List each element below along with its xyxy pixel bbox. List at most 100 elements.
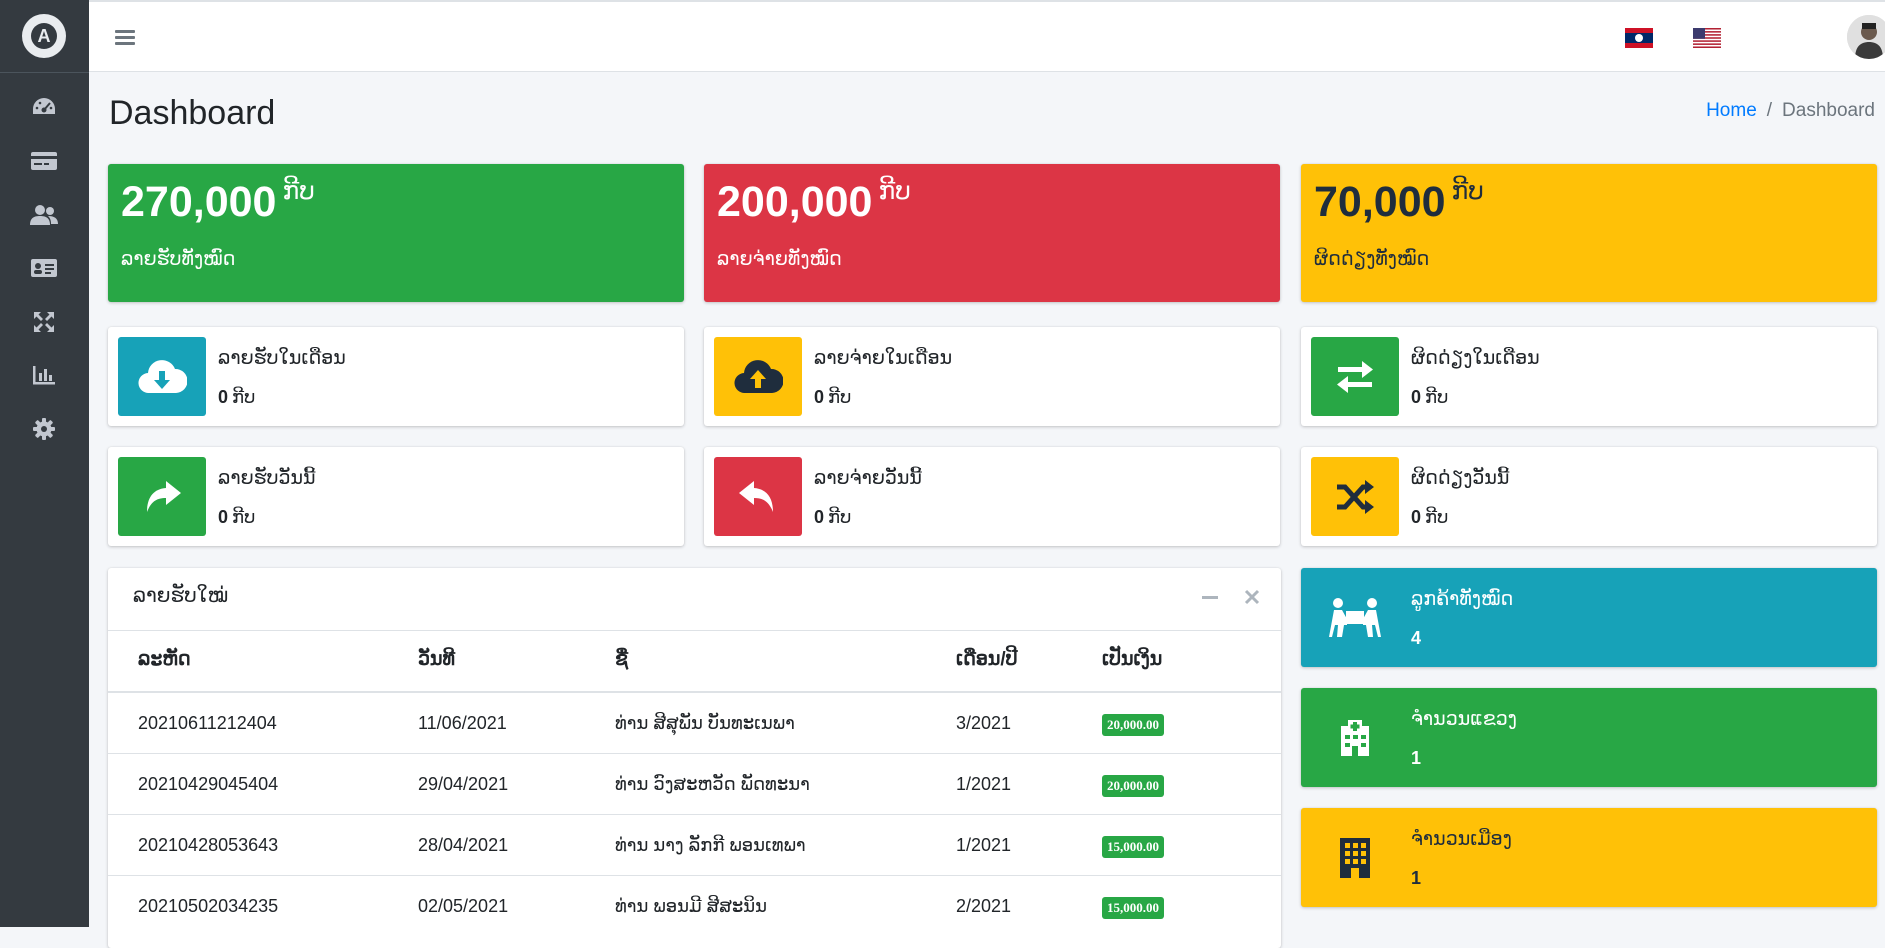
close-icon[interactable] — [1243, 588, 1261, 606]
exchange-icon — [1311, 337, 1399, 416]
total-income-box: 270,000 ກີບ ລາຍຮັບທັງໝົດ — [108, 164, 684, 302]
daily-balance-value: 0 — [1411, 507, 1422, 527]
monthly-income-value: 0 — [218, 387, 229, 407]
daily-balance-label: ຜິດດ່ຽງວັນນີ້ — [1411, 468, 1510, 489]
recent-income-card: ລາຍຮັບໃໝ່ ລະຫັດ ວັນທີ ຊື່ ເດືອນ/ປີ ເປັນເ… — [108, 568, 1281, 948]
lao-flag-icon[interactable] — [1625, 28, 1653, 48]
amount-badge: 20,000.00 — [1102, 775, 1164, 797]
us-flag-icon[interactable] — [1693, 28, 1721, 48]
share-icon — [118, 457, 206, 536]
district-count-box: ຈຳນວນເມືອງ 1 — [1301, 808, 1877, 907]
daily-income-value: 0 — [218, 507, 229, 527]
top-navbar: admin — [89, 0, 1885, 72]
amount-badge: 15,000.00 — [1102, 836, 1164, 858]
column-header-month: ເດືອນ/ປີ — [956, 649, 1018, 670]
currency-unit: ກີບ — [282, 177, 315, 205]
cloud-upload-icon — [714, 337, 802, 416]
card-divider — [108, 630, 1281, 631]
cell-date: 02/05/2021 — [418, 896, 509, 916]
breadcrumb-current: Dashboard — [1782, 100, 1875, 121]
cell-name: ທ່ານ ສີສຸພັນ ບັນທະເນພາ — [615, 713, 795, 733]
monthly-balance-box: ຜິດດ່ຽງໃນເດືອນ 0 ກີບ — [1301, 327, 1877, 426]
monthly-income-label: ລາຍຮັບໃນເດືອນ — [218, 348, 346, 369]
currency-unit: ກີບ — [1451, 177, 1484, 205]
cell-name: ທ່ານ ນາງ ລັກກີ ພອນເທພາ — [615, 835, 806, 855]
user-avatar[interactable] — [1847, 15, 1885, 59]
bar-chart-icon — [33, 366, 55, 385]
province-count-box: ຈຳນວນແຂວງ 1 — [1301, 688, 1877, 787]
nav-reports[interactable] — [24, 360, 64, 390]
reply-icon — [714, 457, 802, 536]
logo-letter: A — [37, 26, 51, 46]
daily-expense-label: ລາຍຈ່າຍວັນນີ້ — [814, 468, 922, 489]
monthly-expense-label: ລາຍຈ່າຍໃນເດືອນ — [814, 348, 953, 369]
total-income-label: ລາຍຮັບທັງໝົດ — [121, 249, 236, 270]
column-header-date: ວັນທີ — [418, 649, 455, 670]
people-carry-icon — [1311, 578, 1399, 657]
province-count-label: ຈຳນວນແຂວງ — [1411, 709, 1517, 730]
nav-settings[interactable] — [24, 414, 64, 444]
brand-logo[interactable]: A — [22, 14, 66, 58]
total-balance-label: ຜິດດ່ຽງທັງໝົດ — [1314, 249, 1430, 270]
column-header-name: ຊື່ — [615, 649, 628, 670]
cell-code: 20210429045404 — [138, 774, 279, 794]
random-icon — [1311, 457, 1399, 536]
sidebar: A — [0, 0, 89, 927]
cell-date: 28/04/2021 — [418, 835, 509, 855]
total-customers-box: ລູກຄ້າທັງໝົດ 4 — [1301, 568, 1877, 667]
nav-dashboard[interactable] — [24, 92, 64, 122]
total-expense-label: ລາຍຈ່າຍທັງໝົດ — [717, 249, 842, 270]
cell-name: ທ່ານ ວົງສະຫວັດ ພັດທະນາ — [615, 774, 810, 794]
breadcrumb-home-link[interactable]: Home — [1706, 100, 1757, 121]
nav-id-cards[interactable] — [24, 253, 64, 283]
total-income-amount: 270,000 — [121, 178, 277, 226]
nav-expand[interactable] — [24, 307, 64, 337]
column-header-code: ລະຫັດ — [138, 649, 191, 670]
district-count-label: ຈຳນວນເມືອງ — [1411, 829, 1512, 850]
nav-customers[interactable] — [24, 200, 64, 230]
daily-balance-box: ຜິດດ່ຽງວັນນີ້ 0 ກີບ — [1301, 447, 1877, 546]
card-title: ລາຍຮັບໃໝ່ — [133, 585, 229, 607]
amount-badge: 15,000.00 — [1102, 897, 1164, 919]
minimize-icon[interactable] — [1201, 588, 1219, 606]
total-customers-label: ລູກຄ້າທັງໝົດ — [1411, 589, 1514, 610]
credit-card-icon — [31, 152, 57, 170]
monthly-balance-label: ຜິດດ່ຽງໃນເດືອນ — [1411, 348, 1540, 369]
cell-name: ທ່ານ ພອນມີ ສີສະນິນ — [615, 896, 767, 916]
nav-payments[interactable] — [24, 146, 64, 176]
tachometer-icon — [33, 98, 55, 114]
hospital-icon — [1311, 698, 1399, 777]
total-customers-value: 4 — [1411, 628, 1422, 648]
cell-month: 3/2021 — [956, 713, 1012, 733]
page-title: Dashboard — [109, 94, 276, 132]
expand-arrows-icon — [34, 312, 54, 332]
id-card-icon — [31, 259, 57, 277]
column-header-amount: ເປັນເງິນ — [1102, 649, 1163, 670]
currency-unit: ກີບ — [232, 507, 256, 527]
building-icon — [1311, 818, 1399, 897]
table-row[interactable]: 20210611212404 11/06/2021 ທ່ານ ສີສຸພັນ ບ… — [108, 693, 1281, 754]
daily-expense-box: ລາຍຈ່າຍວັນນີ້ 0 ກີບ — [704, 447, 1280, 546]
currency-unit: ກີບ — [232, 387, 256, 407]
table-row[interactable]: 20210428053643 28/04/2021 ທ່ານ ນາງ ລັກກີ… — [108, 815, 1281, 876]
breadcrumb: Home / Dashboard — [1706, 100, 1875, 122]
cell-month: 2/2021 — [956, 896, 1012, 916]
currency-unit: ກີບ — [1425, 387, 1449, 407]
currency-unit: ກີບ — [828, 507, 852, 527]
menu-toggle-icon[interactable] — [115, 30, 135, 46]
monthly-expense-value: 0 — [814, 387, 825, 407]
monthly-balance-value: 0 — [1411, 387, 1422, 407]
table-row[interactable]: 20210429045404 29/04/2021 ທ່ານ ວົງສະຫວັດ… — [108, 754, 1281, 815]
table-row[interactable]: 20210502034235 02/05/2021 ທ່ານ ພອນມີ ສີສ… — [108, 876, 1281, 937]
total-balance-box: 70,000 ກີບ ຜິດດ່ຽງທັງໝົດ — [1301, 164, 1877, 302]
monthly-income-box: ລາຍຮັບໃນເດືອນ 0 ກີບ — [108, 327, 684, 426]
total-balance-amount: 70,000 — [1314, 178, 1446, 226]
district-count-value: 1 — [1411, 868, 1422, 888]
cell-month: 1/2021 — [956, 835, 1012, 855]
cell-date: 29/04/2021 — [418, 774, 509, 794]
currency-unit: ກີບ — [1425, 507, 1449, 527]
currency-unit: ກີບ — [878, 177, 911, 205]
cell-date: 11/06/2021 — [418, 713, 507, 733]
monthly-expense-box: ລາຍຈ່າຍໃນເດືອນ 0 ກີບ — [704, 327, 1280, 426]
daily-income-box: ລາຍຮັບວັນນີ້ 0 ກີບ — [108, 447, 684, 546]
